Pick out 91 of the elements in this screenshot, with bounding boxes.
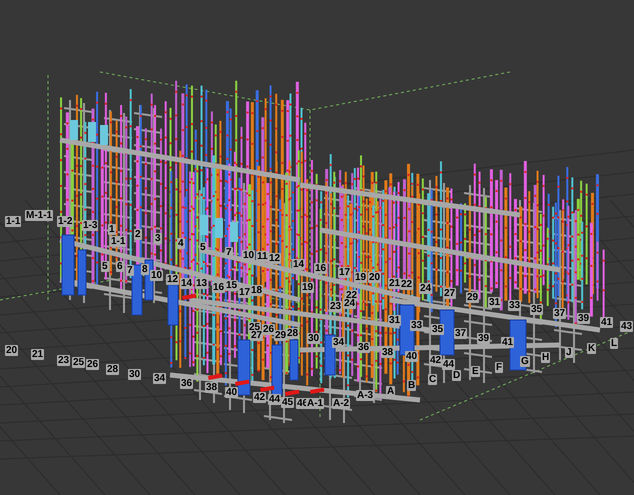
grid-label: 34 [153,373,166,384]
grid-label: 33 [508,300,522,311]
grid-label: 27 [443,288,456,299]
grid-label: 16 [314,263,328,274]
grid-label: 40 [225,387,238,398]
grid-label: 37 [553,308,566,319]
grid-label: 40 [405,351,418,362]
grid-label: D [452,370,462,381]
grid-label: 14 [292,259,306,270]
grid-label: 26 [262,324,276,335]
grid-label: A-2 [332,398,350,409]
grid-label: 17 [238,287,252,298]
grid-label: 17 [338,267,352,278]
grid-label: 45 [281,397,294,408]
grid-label: 31 [388,315,402,326]
grid-label: B [407,380,416,391]
grid-label: 7 [126,265,134,276]
grid-label: 4 [177,238,185,249]
grid-label: 28 [106,364,120,375]
grid-label: 22 [400,279,414,290]
grid-label: 8 [141,264,149,275]
grid-label: 38 [205,382,218,393]
grid-label: 41 [600,317,614,328]
grid-label: 23 [329,301,342,312]
grid-label: 5 [199,242,207,253]
grid-label: 27 [250,330,264,341]
grid-label: 10 [150,270,164,281]
grid-label: 42 [253,392,266,403]
grid-label: 36 [357,342,370,353]
grid-label: 24 [343,298,356,309]
grid-label: 1 [108,224,116,235]
grid-label: 30 [128,369,142,380]
grid-label: 24 [419,283,432,294]
grid-label: 3 [154,233,162,244]
grid-label: M-1-1 [25,210,54,221]
grid-label: 34 [332,337,346,348]
grid-label: A-3 [356,390,374,401]
grid-label: E [471,366,480,377]
grid-label: 12 [166,274,180,285]
grid-label: 1-1 [110,236,126,247]
grid-label: F [495,362,504,373]
grid-label: 19 [301,282,314,293]
grid-label: 31 [488,297,502,308]
grid-label: 29 [274,330,288,341]
grid-label: 1-2 [57,216,74,227]
grid-label: 14 [180,278,194,289]
grid-label: L [610,338,618,349]
grid-label: 5 [101,261,109,272]
grid-label: 11 [256,251,269,262]
grid-label: 21 [31,349,44,360]
grid-label: 25 [72,357,86,368]
grid-label: A-1 [306,398,324,409]
grid-label: 37 [454,328,468,339]
grid-label: 10 [242,250,256,261]
grid-label: 42 [429,355,442,366]
grid-label: 35 [530,304,544,315]
grid-label: 13 [195,278,208,289]
grid-label: 35 [431,324,444,335]
grid-label: G [520,356,530,367]
grid-label: 28 [286,328,300,339]
grid-label: 12 [268,253,282,264]
grid-label: 39 [477,333,490,344]
grid-label: 1-3 [82,220,98,231]
grid-label: 16 [212,282,226,293]
grid-label: 38 [381,347,394,358]
grid-label: 30 [307,333,320,344]
grid-label: 21 [388,278,402,289]
grid-label: 23 [57,355,70,366]
grid-label: J [565,347,573,358]
grid-label: 26 [86,359,100,370]
grid-label: 7 [225,247,233,258]
grid-label: 39 [577,313,590,324]
grid-label: 44 [268,394,282,405]
grid-label: 20 [368,272,382,283]
grid-label: 6 [116,261,124,272]
grid-label: 44 [442,359,456,370]
grid-label: 29 [466,292,480,303]
grid-label: 19 [354,272,368,283]
grid-label: 2 [134,229,142,240]
grid-label: 43 [620,321,634,332]
grid-label: A [386,386,396,397]
grid-label: H [541,352,550,363]
grid-label: 41 [501,337,514,348]
grid-label: 1-1 [5,216,22,227]
grid-label: C [428,374,438,385]
grid-label: 33 [410,320,424,331]
grid-label: 36 [180,378,194,389]
grid-label: 15 [225,280,238,291]
grid-label: 18 [250,285,264,296]
grid-label: K [587,343,596,354]
grid-label: 20 [5,345,18,356]
